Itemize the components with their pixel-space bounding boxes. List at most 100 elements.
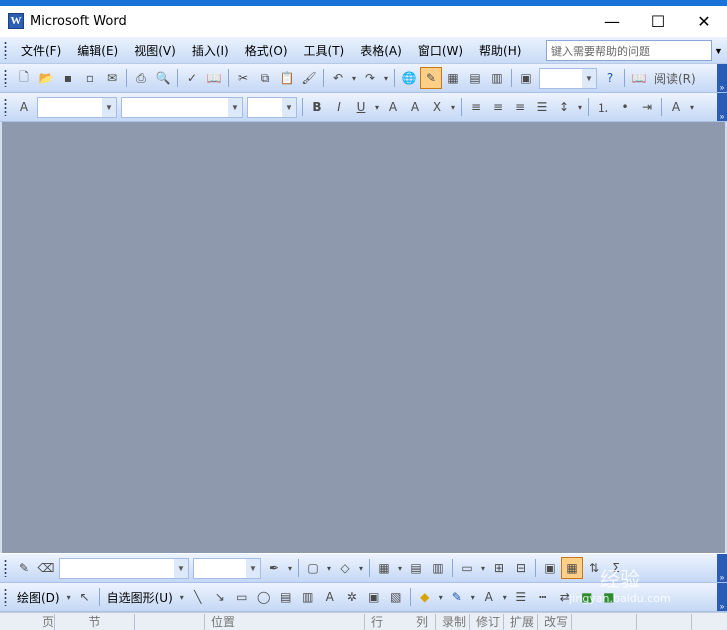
status-extend[interactable]: 扩展 — [504, 613, 538, 630]
shading-dropdown-icon[interactable]: ▾ — [356, 557, 366, 579]
align-cell-dropdown-icon[interactable]: ▾ — [478, 557, 488, 579]
help-dropdown-arrow[interactable]: ▼ — [712, 40, 725, 61]
email-icon[interactable]: ✉ — [101, 67, 123, 89]
research-icon[interactable]: 📖 — [203, 67, 225, 89]
print-preview-icon[interactable]: 🔍 — [152, 67, 174, 89]
spelling-icon[interactable]: ✓ — [181, 67, 203, 89]
eraser-icon[interactable]: ⌫ — [35, 557, 57, 579]
shading-icon[interactable]: ◇ — [334, 557, 356, 579]
zoom-combo[interactable]: ▼ — [539, 67, 597, 89]
menu-help[interactable]: 帮助(H) — [471, 39, 529, 61]
distribute-columns-icon[interactable]: ⊟ — [510, 557, 532, 579]
print-icon[interactable]: ⎙ — [130, 67, 152, 89]
border-color-icon[interactable]: ✒ — [263, 557, 285, 579]
paste-icon[interactable]: 📋 — [276, 67, 298, 89]
toolbar-options-chevron[interactable]: » — [717, 64, 727, 92]
insert-table-icon[interactable]: ▦ — [442, 67, 464, 89]
underline-icon[interactable]: U — [350, 96, 372, 118]
italic-icon[interactable]: I — [328, 96, 350, 118]
distributed-icon[interactable]: ☰ — [531, 96, 553, 118]
menu-view[interactable]: 视图(V) — [126, 39, 184, 61]
character-border-icon[interactable]: A — [382, 96, 404, 118]
close-button[interactable]: ✕ — [681, 6, 727, 36]
new-document-icon[interactable]: 🗋 — [13, 67, 35, 89]
line-spacing-dropdown-icon[interactable]: ▾ — [575, 96, 585, 118]
wordart-icon[interactable]: A — [319, 586, 341, 608]
save-icon[interactable]: ▪ — [57, 67, 79, 89]
font-color-dropdown-icon[interactable]: ▾ — [500, 586, 510, 608]
document-workspace[interactable] — [0, 122, 727, 553]
maximize-button[interactable]: ☐ — [635, 6, 681, 36]
toolbar-options-chevron[interactable]: » — [717, 93, 727, 121]
line-color-dropdown-icon[interactable]: ▾ — [468, 586, 478, 608]
font-color-icon[interactable]: A — [665, 96, 687, 118]
redo-dropdown-icon[interactable]: ▾ — [381, 67, 391, 89]
menu-edit[interactable]: 编辑(E) — [69, 39, 126, 61]
toolbar-grip[interactable] — [4, 559, 7, 577]
align-left-icon[interactable]: ≡ — [465, 96, 487, 118]
cut-icon[interactable]: ✂ — [232, 67, 254, 89]
menu-format[interactable]: 格式(O) — [237, 39, 296, 61]
distribute-rows-icon[interactable]: ⊞ — [488, 557, 510, 579]
undo-icon[interactable]: ↶ — [327, 67, 349, 89]
line-color-icon[interactable]: ✎ — [446, 586, 468, 608]
read-icon[interactable]: 📖 — [628, 67, 650, 89]
toolbar-options-chevron[interactable]: » — [717, 554, 727, 582]
style-combo[interactable]: ▼ — [37, 96, 117, 118]
autoshapes-button[interactable]: 自选图形(U) — [103, 589, 177, 606]
toolbar-grip[interactable] — [4, 41, 7, 59]
draw-table-icon[interactable]: ✎ — [13, 557, 35, 579]
read-mode-button[interactable]: 阅读(R) — [650, 70, 700, 87]
open-folder-icon[interactable]: 📂 — [35, 67, 57, 89]
font-combo[interactable]: ▼ — [121, 96, 243, 118]
insert-excel-icon[interactable]: ▤ — [464, 67, 486, 89]
arrow-icon[interactable]: ↘ — [209, 586, 231, 608]
borders-dropdown-icon[interactable]: ▾ — [324, 557, 334, 579]
line-spacing-icon[interactable]: ↕ — [553, 96, 575, 118]
indent-icon[interactable]: ⇥ — [636, 96, 658, 118]
menu-tools[interactable]: 工具(T) — [296, 39, 353, 61]
align-right-icon[interactable]: ≡ — [509, 96, 531, 118]
help-question-input[interactable]: 键入需要帮助的问题 — [546, 40, 712, 61]
format-painter-icon[interactable]: 🖌 — [298, 67, 320, 89]
font-size-combo[interactable]: ▼ — [247, 96, 297, 118]
hyperlink-icon[interactable]: 🌐 — [398, 67, 420, 89]
styles-icon[interactable]: A — [13, 96, 35, 118]
text-box-icon[interactable]: ▤ — [275, 586, 297, 608]
scale-dropdown-icon[interactable]: ▾ — [448, 96, 458, 118]
picture-icon[interactable]: ▧ — [385, 586, 407, 608]
copy-icon[interactable]: ⧉ — [254, 67, 276, 89]
numbering-icon[interactable]: ⒈ — [592, 96, 614, 118]
font-color-dropdown-icon[interactable]: ▾ — [687, 96, 697, 118]
oval-icon[interactable]: ◯ — [253, 586, 275, 608]
draw-menu-dropdown-icon[interactable]: ▾ — [64, 586, 74, 608]
character-shading-icon[interactable]: A — [404, 96, 426, 118]
insert-table-icon[interactable]: ▦ — [373, 557, 395, 579]
autoshapes-dropdown-icon[interactable]: ▾ — [177, 586, 187, 608]
align-center-icon[interactable]: ≡ — [487, 96, 509, 118]
font-color-icon[interactable]: A — [478, 586, 500, 608]
undo-dropdown-icon[interactable]: ▾ — [349, 67, 359, 89]
columns-icon[interactable]: ▥ — [486, 67, 508, 89]
character-scale-icon[interactable]: X — [426, 96, 448, 118]
select-objects-icon[interactable]: ↖ — [74, 586, 96, 608]
border-color-dropdown-icon[interactable]: ▾ — [285, 557, 295, 579]
toolbar-grip[interactable] — [4, 98, 7, 116]
permission-icon[interactable]: ▫ — [79, 67, 101, 89]
line-icon[interactable]: ╲ — [187, 586, 209, 608]
draw-menu-button[interactable]: 绘图(D) — [13, 589, 64, 606]
bold-icon[interactable]: B — [306, 96, 328, 118]
insert-table-dropdown-icon[interactable]: ▾ — [395, 557, 405, 579]
clip-art-icon[interactable]: ▣ — [363, 586, 385, 608]
split-cells-icon[interactable]: ▥ — [427, 557, 449, 579]
menu-table[interactable]: 表格(A) — [352, 39, 410, 61]
underline-dropdown-icon[interactable]: ▾ — [372, 96, 382, 118]
help-icon[interactable]: ? — [599, 67, 621, 89]
table-autoformat-icon[interactable]: ▣ — [539, 557, 561, 579]
line-style-combo[interactable]: ▼ — [59, 557, 189, 579]
redo-icon[interactable]: ↷ — [359, 67, 381, 89]
tables-borders-icon[interactable]: ✎ — [420, 67, 442, 89]
line-weight-combo[interactable]: ▼ — [193, 557, 261, 579]
menu-insert[interactable]: 插入(I) — [184, 39, 237, 61]
menu-window[interactable]: 窗口(W) — [410, 39, 471, 61]
